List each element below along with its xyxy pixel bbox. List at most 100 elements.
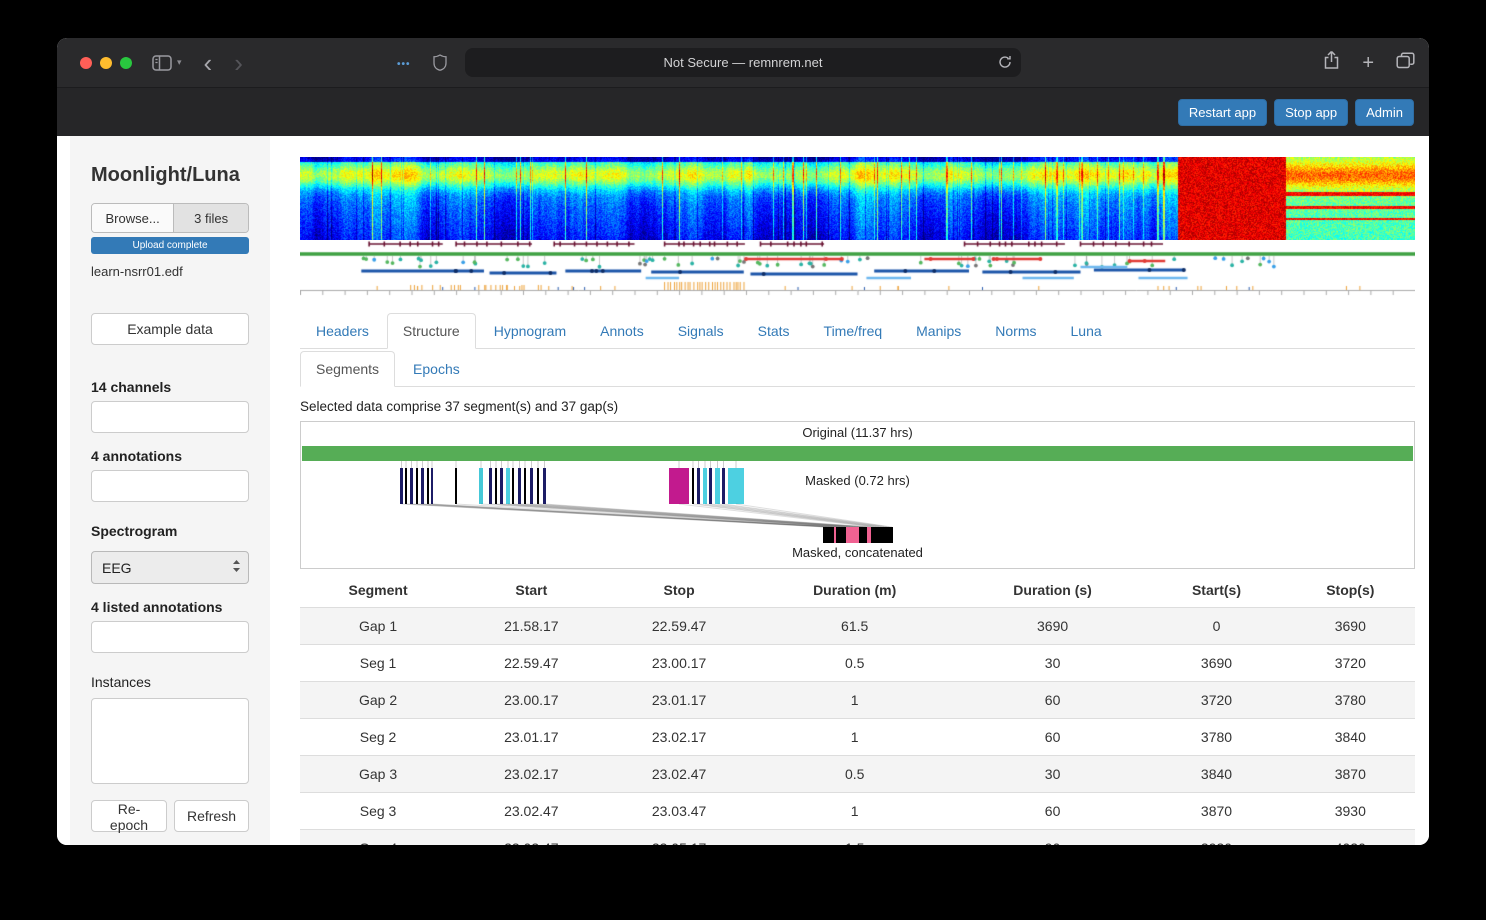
structure-panel: Original (11.37 hrs) Masked (0.72 hrs) M… bbox=[300, 421, 1415, 569]
table-cell: 60 bbox=[957, 792, 1148, 830]
reload-icon[interactable] bbox=[998, 55, 1012, 72]
admin-button[interactable]: Admin bbox=[1355, 98, 1414, 126]
app-title: Moonlight/Luna bbox=[91, 164, 240, 186]
table-cell: 30 bbox=[957, 644, 1148, 682]
column-header: Stop(s) bbox=[1285, 573, 1415, 608]
tab-annots[interactable]: Annots bbox=[584, 313, 660, 349]
original-duration-label: Original (11.37 hrs) bbox=[802, 425, 913, 440]
table-cell: Gap 3 bbox=[300, 755, 457, 793]
table-cell: 1 bbox=[751, 681, 958, 719]
example-data-button[interactable]: Example data bbox=[91, 313, 249, 345]
table-cell: 30 bbox=[957, 755, 1148, 793]
table-cell: Seg 2 bbox=[300, 718, 457, 756]
tab-hypnogram[interactable]: Hypnogram bbox=[478, 313, 582, 349]
shield-icon[interactable] bbox=[433, 54, 447, 76]
table-cell: 1 bbox=[751, 792, 958, 830]
table-cell: 3930 bbox=[1285, 792, 1415, 830]
sidebar-toggle-icon[interactable] bbox=[152, 54, 172, 71]
restart-app-button[interactable]: Restart app bbox=[1177, 98, 1268, 126]
share-icon[interactable] bbox=[1323, 50, 1340, 75]
table-cell: 23.01.17 bbox=[456, 718, 607, 756]
spectrogram-channel-select[interactable]: EEG bbox=[91, 551, 249, 584]
table-cell: 23.00.17 bbox=[456, 681, 607, 719]
column-header: Start bbox=[456, 573, 607, 608]
subtab-segments[interactable]: Segments bbox=[300, 351, 396, 387]
table-row: Seg 1 22.59.47 23.00.17 0.5 30 3690 3720 bbox=[300, 644, 1415, 682]
annotations-select-input[interactable] bbox=[91, 470, 249, 502]
tab-manips[interactable]: Manips bbox=[900, 313, 977, 349]
select-stepper-icon bbox=[232, 559, 241, 576]
tab-norms[interactable]: Norms bbox=[979, 313, 1052, 349]
address-bar[interactable]: Not Secure — remnrem.net bbox=[465, 48, 1021, 77]
tab-time-freq[interactable]: Time/freq bbox=[808, 313, 899, 349]
table-cell: 4020 bbox=[1285, 829, 1415, 845]
browser-toolbar: ▾ ‹ › ••• Not Secure — remnrem.net + bbox=[57, 38, 1429, 88]
table-cell: 0.5 bbox=[751, 755, 958, 793]
subtab-epochs[interactable]: Epochs bbox=[397, 351, 476, 387]
spectrogram-channel-value: EEG bbox=[102, 559, 132, 576]
minimize-window-button[interactable] bbox=[100, 56, 112, 69]
table-cell: Seg 3 bbox=[300, 792, 457, 830]
main-content: Headers Structure Hypnogram Annots Signals St… bbox=[270, 136, 1429, 845]
table-cell: 60 bbox=[957, 681, 1148, 719]
back-button[interactable]: ‹ bbox=[204, 50, 213, 76]
address-text: Not Secure — remnrem.net bbox=[663, 55, 823, 70]
table-cell: 3690 bbox=[1285, 607, 1415, 645]
forward-button[interactable]: › bbox=[234, 50, 243, 76]
instances-label: Instances bbox=[91, 674, 151, 690]
re-epoch-button[interactable]: Re-epoch bbox=[91, 800, 167, 833]
instances-box[interactable] bbox=[91, 698, 249, 784]
table-cell: 1.5 bbox=[751, 829, 958, 845]
browse-button[interactable]: Browse... bbox=[92, 204, 175, 232]
chevron-down-icon[interactable]: ▾ bbox=[177, 57, 182, 68]
table-cell: 60 bbox=[957, 718, 1148, 756]
tab-structure[interactable]: Structure bbox=[386, 313, 476, 349]
table-cell: 3720 bbox=[1147, 681, 1286, 719]
upload-status-text: Upload complete bbox=[132, 240, 208, 251]
sub-tab-bar: Segments Epochs bbox=[300, 351, 1415, 387]
table-cell: 0.5 bbox=[751, 644, 958, 682]
table-row: Gap 1 21.58.17 22.59.47 61.5 3690 0 3690 bbox=[300, 607, 1415, 645]
stop-app-button[interactable]: Stop app bbox=[1274, 98, 1349, 126]
table-cell: 23.05.17 bbox=[606, 829, 752, 845]
concatenated-label: Masked, concatenated bbox=[792, 545, 923, 560]
uploaded-filename: learn-nsrr01.edf bbox=[91, 264, 183, 279]
table-cell: Seg 1 bbox=[300, 644, 457, 682]
tab-signals[interactable]: Signals bbox=[662, 313, 740, 349]
file-upload-control[interactable]: Browse... 3 files bbox=[91, 203, 249, 233]
upload-progress-fill: Upload complete bbox=[91, 237, 249, 254]
table-row: Gap 2 23.00.17 23.01.17 1 60 3720 3780 bbox=[300, 681, 1415, 719]
tab-stats[interactable]: Stats bbox=[742, 313, 806, 349]
table-cell: 23.02.17 bbox=[606, 718, 752, 756]
tab-luna[interactable]: Luna bbox=[1055, 313, 1118, 349]
column-header: Duration (m) bbox=[751, 573, 958, 608]
new-tab-icon[interactable]: + bbox=[1362, 53, 1374, 73]
tab-headers[interactable]: Headers bbox=[300, 313, 385, 349]
listed-annotations-input[interactable] bbox=[91, 621, 249, 653]
channels-select-input[interactable] bbox=[91, 401, 249, 433]
column-header: Stop bbox=[606, 573, 752, 608]
table-cell: 22.59.47 bbox=[456, 644, 607, 682]
table-cell: 0 bbox=[1147, 607, 1286, 645]
spectrogram-image[interactable] bbox=[300, 157, 1415, 240]
browser-window: ▾ ‹ › ••• Not Secure — remnrem.net + Res… bbox=[57, 38, 1429, 845]
table-cell: 22.59.47 bbox=[606, 607, 752, 645]
table-cell: 23.00.17 bbox=[606, 644, 752, 682]
zoom-window-button[interactable] bbox=[120, 56, 132, 69]
channels-count-label: 14 channels bbox=[91, 379, 172, 395]
table-cell: 3870 bbox=[1285, 755, 1415, 793]
masked-duration-label: Masked (0.72 hrs) bbox=[805, 473, 910, 488]
table-cell: 23.02.17 bbox=[456, 755, 607, 793]
tab-overview-icon[interactable] bbox=[1396, 51, 1415, 74]
extensions-dots-icon[interactable]: ••• bbox=[397, 59, 411, 70]
app-header: Restart app Stop app Admin bbox=[57, 88, 1429, 136]
table-cell: Gap 4 bbox=[300, 829, 457, 845]
table-cell: 23.03.47 bbox=[606, 792, 752, 830]
table-cell: 3690 bbox=[1147, 644, 1286, 682]
table-cell: 3930 bbox=[1147, 829, 1286, 845]
table-cell: 21.58.17 bbox=[456, 607, 607, 645]
refresh-button[interactable]: Refresh bbox=[173, 800, 249, 832]
close-window-button[interactable] bbox=[80, 56, 92, 69]
annotation-tracks[interactable] bbox=[300, 240, 1415, 302]
annotations-count-label: 4 annotations bbox=[91, 448, 183, 464]
